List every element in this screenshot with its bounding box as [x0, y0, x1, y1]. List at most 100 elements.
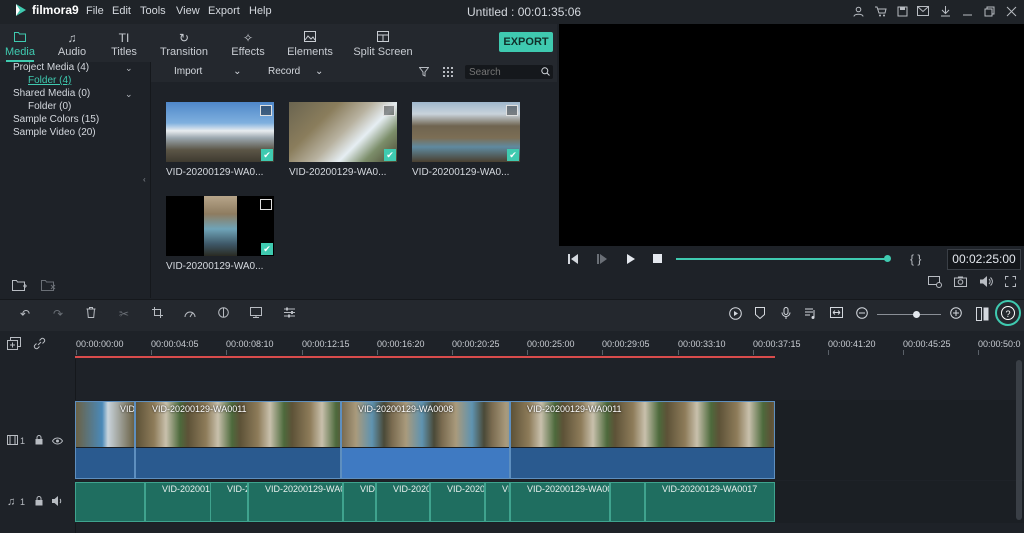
- voiceover-mic-icon[interactable]: [778, 307, 794, 322]
- audio-mixer-icon[interactable]: [281, 307, 297, 321]
- audio-clip[interactable]: VID-20200129-WA001: [510, 482, 610, 522]
- download-icon[interactable]: [940, 6, 951, 17]
- audio-track-settings-icon[interactable]: [803, 307, 819, 322]
- display-settings-icon[interactable]: [928, 276, 942, 291]
- restore-icon[interactable]: [984, 6, 995, 17]
- video-clip[interactable]: VID: [75, 401, 135, 479]
- audio-clip[interactable]: VID-2: [210, 482, 248, 522]
- timeline-vertical-scrollbar[interactable]: [1016, 360, 1022, 520]
- eye-icon[interactable]: [51, 436, 64, 448]
- audio-clip[interactable]: VID-20200129-WA00: [248, 482, 343, 522]
- audio-clip[interactable]: VID-2020: [376, 482, 430, 522]
- tab-transition[interactable]: ↻ Transition: [158, 30, 210, 58]
- tree-sample-video[interactable]: Sample Video (20): [13, 127, 96, 138]
- zoom-slider-track[interactable]: [877, 314, 941, 315]
- tab-audio[interactable]: ♫ Audio: [46, 30, 98, 58]
- tab-media[interactable]: Media: [0, 30, 46, 58]
- help-icon[interactable]: ?: [1001, 306, 1015, 320]
- menu-export[interactable]: Export: [208, 5, 240, 17]
- snapshot-camera-icon[interactable]: [954, 276, 967, 290]
- mark-in-out-brackets[interactable]: { }: [910, 252, 921, 266]
- green-screen-icon[interactable]: [248, 307, 264, 321]
- playback-progress-handle[interactable]: [884, 255, 891, 262]
- volume-icon[interactable]: [980, 276, 993, 290]
- tab-titles[interactable]: TI Titles: [98, 30, 150, 58]
- menu-view[interactable]: View: [176, 5, 200, 17]
- audio-clip-label: VID-2020: [447, 484, 485, 494]
- record-dropdown[interactable]: Record ⌄: [268, 66, 323, 77]
- chevron-down-icon[interactable]: ⌄: [125, 63, 133, 74]
- playback-progress-track[interactable]: [676, 258, 888, 260]
- media-item[interactable]: ✔ VID-20200129-WA0...: [412, 102, 520, 178]
- user-icon[interactable]: [853, 6, 864, 17]
- menu-file[interactable]: File: [86, 5, 104, 17]
- tab-split-screen[interactable]: Split Screen: [352, 30, 414, 58]
- audio-clip[interactable]: VID-2020: [430, 482, 485, 522]
- media-item[interactable]: ✔ VID-20200129-WA0...: [166, 196, 274, 272]
- tree-project-media[interactable]: Project Media (4): [13, 62, 89, 73]
- play-frame-icon[interactable]: [597, 254, 608, 267]
- cart-icon[interactable]: [875, 6, 887, 17]
- split-scissors-icon[interactable]: ✂: [116, 307, 132, 321]
- tree-project-folder[interactable]: Folder (4): [28, 75, 71, 86]
- add-track-icon[interactable]: [7, 337, 21, 353]
- app-name: filmora9: [32, 3, 79, 17]
- crop-icon[interactable]: [149, 307, 165, 321]
- audio-clip[interactable]: [75, 482, 145, 522]
- delete-icon[interactable]: [83, 307, 99, 321]
- folder-icon: [0, 30, 46, 46]
- render-preview-icon[interactable]: [727, 307, 743, 323]
- zoom-in-icon[interactable]: [948, 307, 964, 322]
- fullscreen-icon[interactable]: [1005, 276, 1016, 290]
- speed-icon[interactable]: [182, 307, 198, 321]
- play-icon[interactable]: [626, 254, 636, 267]
- chevron-down-icon[interactable]: ⌄: [125, 89, 133, 100]
- marker-icon[interactable]: [752, 307, 768, 322]
- ruler-tick: [903, 350, 904, 355]
- audio-clip[interactable]: [610, 482, 645, 522]
- redo-icon[interactable]: ↷: [50, 307, 66, 321]
- menu-tools[interactable]: Tools: [140, 5, 166, 17]
- zoom-out-icon[interactable]: [854, 307, 870, 322]
- lock-icon[interactable]: [35, 496, 43, 509]
- undo-icon[interactable]: ↶: [17, 307, 33, 321]
- tab-elements[interactable]: Elements: [284, 30, 336, 58]
- collapse-panel-icon[interactable]: ‹: [143, 175, 146, 184]
- video-clip[interactable]: VID-20200129-WA0011: [135, 401, 341, 479]
- color-tuning-icon[interactable]: [215, 307, 231, 321]
- save-icon[interactable]: [897, 6, 908, 17]
- tree-shared-media[interactable]: Shared Media (0): [13, 88, 90, 99]
- new-folder-icon[interactable]: [12, 279, 27, 294]
- search-input[interactable]: [469, 65, 539, 79]
- audio-clip[interactable]: VI: [485, 482, 510, 522]
- mail-icon[interactable]: [917, 6, 929, 17]
- audio-clip[interactable]: VID-20200129-WA0017: [645, 482, 775, 522]
- lock-icon[interactable]: [35, 435, 43, 448]
- tab-effects[interactable]: ✧ Effects: [222, 30, 274, 58]
- grid-view-icon[interactable]: [443, 67, 453, 80]
- layout-columns-icon[interactable]: [976, 307, 990, 324]
- menu-help[interactable]: Help: [249, 5, 272, 17]
- tree-shared-folder[interactable]: Folder (0): [28, 101, 71, 112]
- link-icon[interactable]: [33, 337, 46, 353]
- filter-icon[interactable]: [418, 67, 430, 80]
- delete-folder-icon[interactable]: [41, 279, 56, 294]
- export-button[interactable]: EXPORT: [499, 32, 553, 52]
- ruler-tick-label: 00:00:08:10: [226, 339, 274, 349]
- tree-sample-colors[interactable]: Sample Colors (15): [13, 114, 99, 125]
- media-item[interactable]: ✔ VID-20200129-WA0...: [289, 102, 397, 178]
- fit-timeline-icon[interactable]: [828, 307, 844, 321]
- close-icon[interactable]: [1006, 6, 1017, 17]
- previous-frame-icon[interactable]: [568, 254, 579, 267]
- import-dropdown[interactable]: Import ⌄: [174, 66, 242, 77]
- menu-edit[interactable]: Edit: [112, 5, 131, 17]
- video-clip[interactable]: VID-20200129-WA0011: [510, 401, 775, 479]
- tab-titles-label: Titles: [111, 46, 137, 58]
- media-item[interactable]: ✔ VID-20200129-WA0...: [166, 102, 274, 178]
- minimize-icon[interactable]: [962, 6, 973, 17]
- speaker-icon[interactable]: [52, 496, 63, 509]
- zoom-slider-handle[interactable]: [913, 311, 920, 318]
- stop-icon[interactable]: [653, 254, 663, 267]
- video-clip[interactable]: VID-20200129-WA0008: [341, 401, 510, 479]
- audio-clip[interactable]: VID-: [343, 482, 376, 522]
